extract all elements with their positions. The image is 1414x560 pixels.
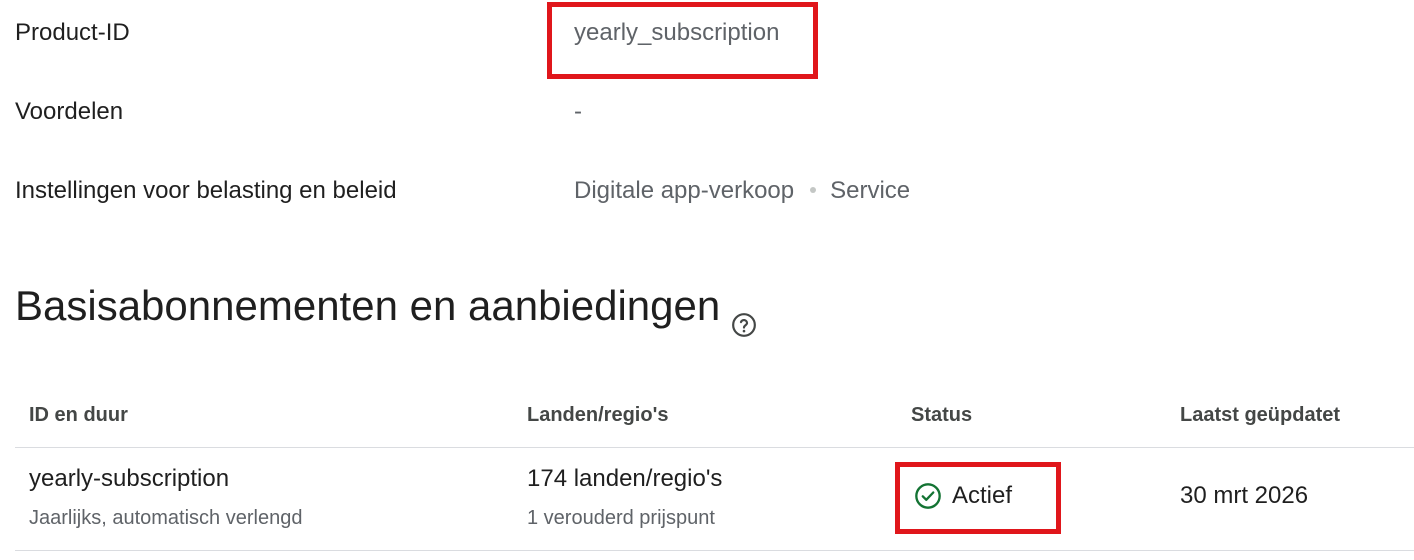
base-plan-id[interactable]: yearly-subscription [29, 462, 229, 496]
tax-settings-label: Instellingen voor belasting en beleid [15, 177, 397, 204]
tax-type: Service [830, 177, 911, 204]
section-title: Basisabonnementen en aanbiedingen [15, 282, 721, 329]
product-id-label: Product-ID [15, 19, 130, 46]
product-id-value: yearly_subscription [574, 19, 780, 46]
column-header-updated[interactable]: Laatst geüpdatet [1180, 384, 1340, 447]
base-plan-duration: Jaarlijks, automatisch verlengd [29, 507, 303, 529]
tax-settings-value: Digitale app-verkoop Service [574, 171, 910, 211]
benefits-label: Voordelen [15, 98, 124, 125]
benefits-value: - [574, 98, 582, 125]
column-header-status[interactable]: Status [911, 384, 972, 447]
table-row[interactable]: yearly-subscription Jaarlijks, automatis… [15, 448, 1414, 551]
status-text: Actief [952, 482, 1013, 509]
tax-category: Digitale app-verkoop [574, 177, 795, 204]
price-point-note: 1 verouderd prijspunt [527, 507, 715, 529]
countries-count: 174 landen/regio's [527, 465, 723, 492]
status-badge: Actief [914, 479, 1012, 513]
base-plans-table: ID en duur Landen/regio's Status Laatst … [15, 384, 1414, 551]
help-circle-icon[interactable] [731, 294, 757, 337]
last-updated-date: 30 mrt 2026 [1180, 482, 1309, 509]
separator-dot [810, 186, 817, 193]
product-id-row: Product-ID yearly_subscription [15, 13, 1395, 53]
benefits-row: Voordelen - [15, 92, 1395, 132]
table-header: ID en duur Landen/regio's Status Laatst … [15, 384, 1414, 448]
column-header-countries[interactable]: Landen/regio's [527, 384, 668, 447]
section-heading: Basisabonnementen en aanbiedingen [15, 276, 757, 337]
check-circle-icon [915, 483, 941, 509]
tax-settings-row: Instellingen voor belasting en beleid Di… [15, 171, 1395, 211]
column-header-id[interactable]: ID en duur [29, 384, 128, 447]
